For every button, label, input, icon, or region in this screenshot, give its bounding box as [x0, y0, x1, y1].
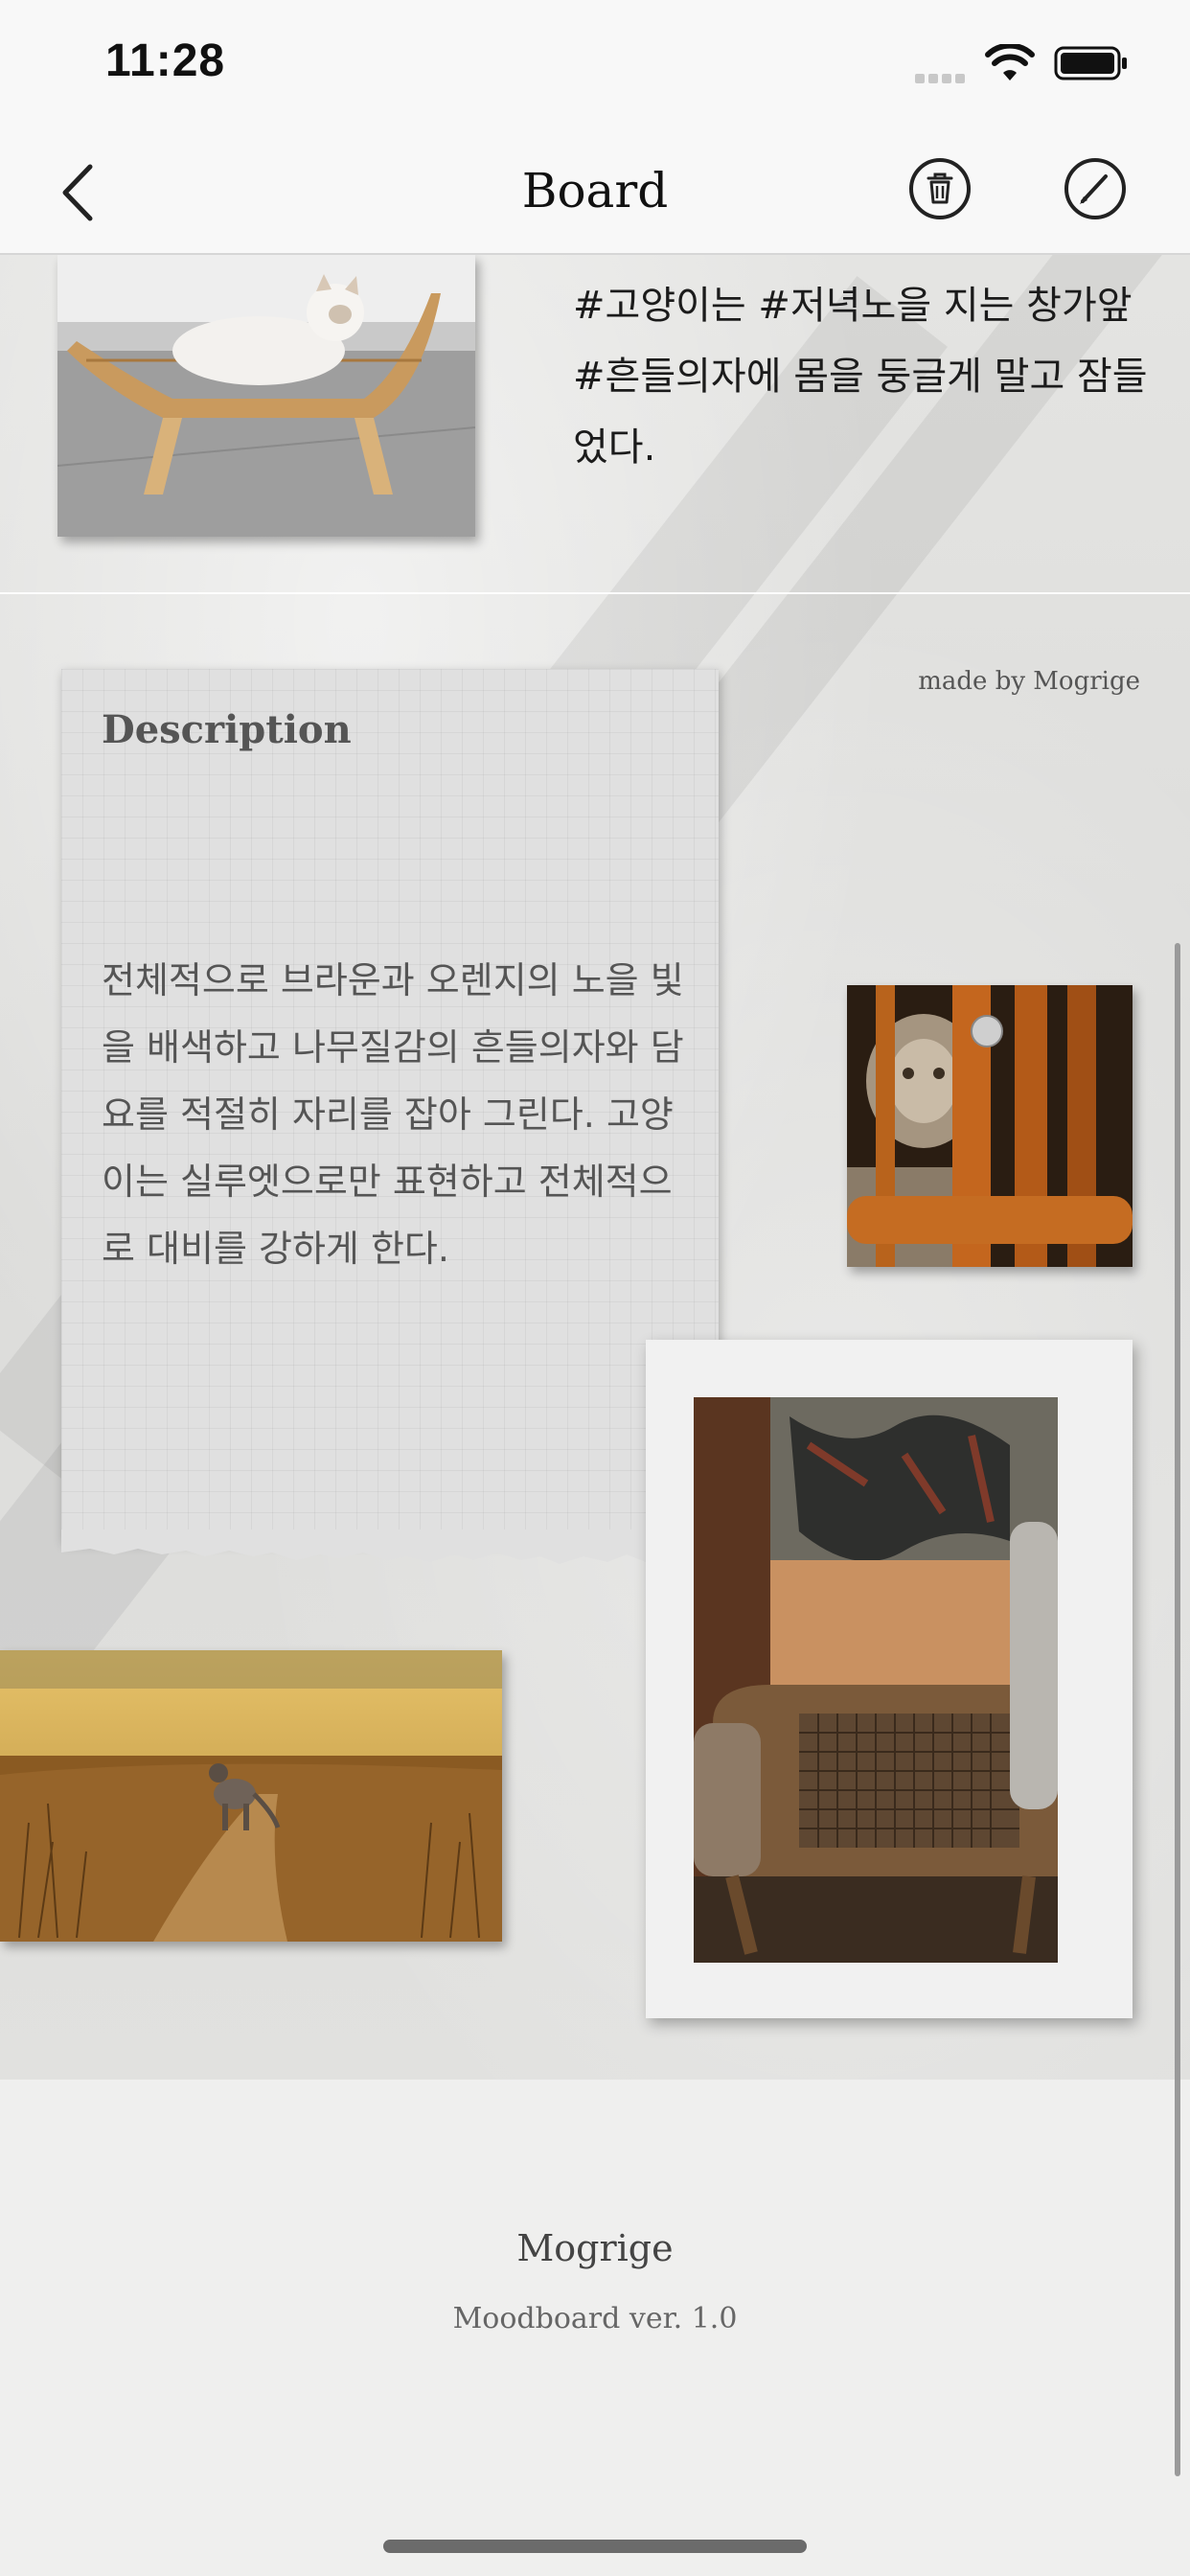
description-card[interactable]: Description 전체적으로 브라운과 오렌지의 노을 빛을 배색하고 나… — [61, 669, 719, 1541]
vertical-scrollbar[interactable] — [1175, 943, 1180, 2476]
torn-paper-edge — [61, 1530, 719, 1566]
abandoned-chair-photo — [694, 1397, 1058, 1963]
chair-photo-frame[interactable] — [646, 1340, 1133, 2018]
cat-chair-photo[interactable] — [847, 985, 1133, 1267]
trash-icon[interactable] — [908, 157, 972, 220]
description-body: 전체적으로 브라운과 오렌지의 노을 빛을 배색하고 나무질감의 흔들의자와 담… — [102, 959, 684, 1270]
page-title: Board — [521, 163, 669, 218]
description-title: Description — [102, 707, 352, 752]
home-indicator[interactable] — [383, 2540, 807, 2553]
cellular-signal-icon — [915, 69, 969, 87]
cat-bed-photo[interactable] — [57, 255, 475, 537]
wifi-icon — [985, 44, 1035, 80]
status-time: 11:28 — [105, 35, 226, 86]
pencil-icon[interactable] — [1064, 157, 1127, 220]
battery-icon — [1054, 46, 1127, 80]
cat-field-photo[interactable] — [0, 1650, 502, 1942]
made-by-label: made by Mogrige — [918, 667, 1140, 696]
board-caption: #고양이는 #저녁노을 지는 창가앞 #흔들의자에 몸을 둥글게 말고 잠들었다… — [573, 284, 1148, 470]
footer-version: Moodboard ver. 1.0 — [452, 2302, 738, 2335]
moodboard-canvas: #고양이는 #저녁노을 지는 창가앞 #흔들의자에 몸을 둥글게 말고 잠들었다… — [0, 255, 1190, 2080]
navigation-bar: Board — [0, 134, 1190, 255]
divider — [0, 592, 1190, 594]
footer-app-name: Mogrige — [516, 2227, 674, 2269]
status-bar: 11:28 — [0, 0, 1190, 134]
